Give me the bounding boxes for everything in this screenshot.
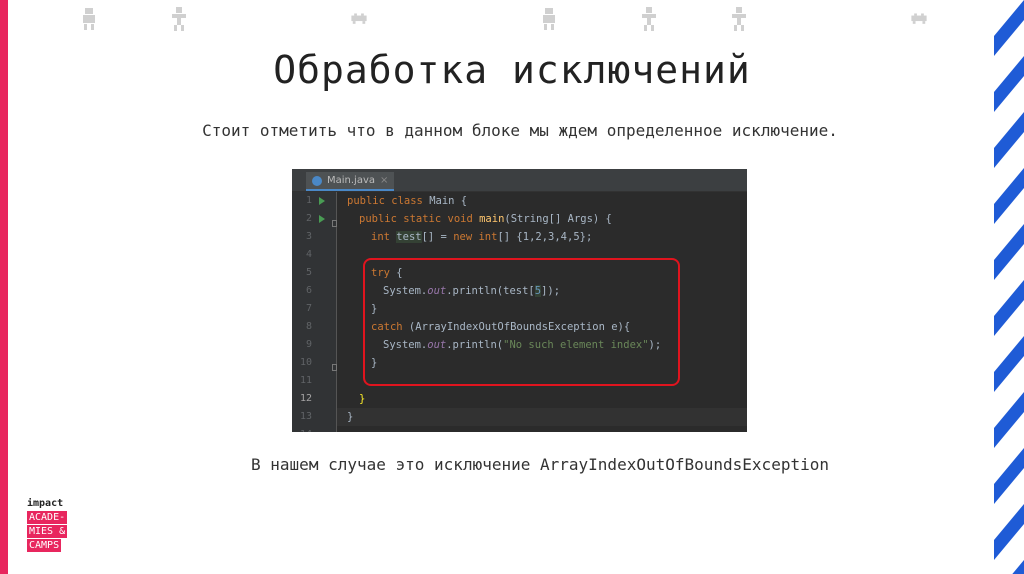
pixel-invader-icon (351, 13, 367, 24)
line-number: 2 (305, 213, 312, 224)
run-icon (319, 197, 325, 205)
close-icon: × (380, 175, 389, 186)
pixel-invader-icon (911, 13, 927, 24)
slide-bottom-text: В нашем случае это исключение ArrayIndex… (251, 455, 829, 474)
line-number: 6 (305, 285, 312, 296)
slide-title: Обработка исключений (273, 48, 751, 92)
logo-line: ACADE- (27, 511, 68, 524)
code-line: public class Main { (347, 195, 468, 207)
run-icon (319, 215, 325, 223)
pixel-robot-icon (543, 8, 555, 30)
line-number: 12 (299, 393, 312, 404)
line-number: 5 (305, 267, 312, 278)
editor-tab-bar: Main.java × (292, 169, 747, 192)
code-line: } (347, 411, 354, 423)
line-number-gutter: 1 2 3 4 5 6 7 8 9 10 11 12 13 14 (292, 192, 337, 432)
editor-tab-label: Main.java (327, 175, 376, 186)
line-number: 9 (305, 339, 312, 350)
line-number: 13 (299, 411, 312, 422)
line-number: 1 (305, 195, 312, 206)
logo-line: MIES & (27, 525, 68, 538)
pixel-robot-icon (83, 8, 95, 30)
try-catch-highlight-box (363, 258, 680, 386)
pixel-figure-icon (642, 7, 656, 31)
java-class-icon (312, 175, 322, 186)
logo-line: impact (27, 498, 64, 509)
line-number: 14 (296, 426, 312, 432)
decorative-pattern (60, 6, 960, 36)
logo-line: CAMPS (27, 539, 62, 552)
pixel-figure-icon (732, 7, 746, 31)
pixel-figure-icon (172, 7, 186, 31)
line-number: 11 (299, 375, 312, 386)
code-line: } (359, 393, 366, 405)
line-number: 8 (305, 321, 312, 332)
code-line: public static void main(String[] Args) { (359, 213, 612, 225)
impact-logo: impact ACADE- MIES & CAMPS (27, 497, 68, 552)
line-number: 10 (299, 357, 312, 368)
line-number: 7 (305, 303, 312, 314)
slide-subtitle: Стоит отметить что в данном блоке мы жде… (202, 121, 838, 140)
code-line: int test[] = new int[] {1,2,3,4,5}; (371, 231, 593, 243)
line-number: 4 (305, 249, 312, 260)
editor-tab: Main.java × (306, 172, 395, 191)
line-number: 3 (305, 231, 312, 242)
